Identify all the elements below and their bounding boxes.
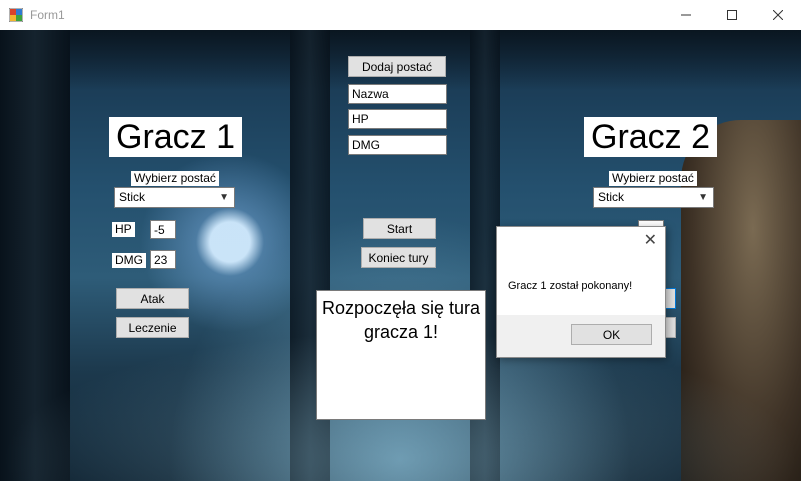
minimize-button[interactable] xyxy=(663,0,709,30)
player1-heal-button[interactable]: Leczenie xyxy=(116,317,189,338)
message-dialog: ✕ Gracz 1 został pokonany! OK xyxy=(496,226,666,358)
hp-field[interactable]: HP xyxy=(348,109,447,129)
player2-choose-label: Wybierz postać xyxy=(609,171,697,186)
close-button[interactable] xyxy=(755,0,801,30)
status-box: Rozpoczęła się tura gracza 1! xyxy=(316,290,486,420)
player2-character-select[interactable]: Stick ▼ xyxy=(593,187,714,208)
add-character-button[interactable]: Dodaj postać xyxy=(348,56,446,77)
minimize-icon xyxy=(681,14,691,16)
maximize-icon xyxy=(727,10,737,20)
player1-hp-field[interactable]: -5 xyxy=(150,220,176,239)
chevron-down-icon: ▼ xyxy=(698,192,708,203)
dialog-message: Gracz 1 został pokonany! xyxy=(508,280,633,292)
player1-choose-label: Wybierz postać xyxy=(131,171,219,186)
player1-attack-button[interactable]: Atak xyxy=(116,288,189,309)
close-icon xyxy=(773,10,783,20)
dialog-ok-button[interactable]: OK xyxy=(571,324,652,345)
player1-character-value: Stick xyxy=(119,190,146,204)
dmg-field[interactable]: DMG xyxy=(348,135,447,155)
end-turn-button[interactable]: Koniec tury xyxy=(361,247,436,268)
name-field[interactable]: Nazwa xyxy=(348,84,447,104)
window-title: Form1 xyxy=(30,8,65,22)
chevron-down-icon: ▼ xyxy=(219,192,229,203)
title-bar: Form1 xyxy=(0,0,801,30)
dialog-footer: OK xyxy=(497,315,665,357)
player1-hp-label: HP xyxy=(112,222,135,237)
start-button[interactable]: Start xyxy=(363,218,436,239)
app-icon xyxy=(9,8,23,22)
player1-dmg-label: DMG xyxy=(112,253,146,268)
player1-title: Gracz 1 xyxy=(109,117,243,157)
maximize-button[interactable] xyxy=(709,0,755,30)
player2-character-value: Stick xyxy=(598,190,625,204)
player2-title: Gracz 2 xyxy=(584,117,718,157)
player1-character-select[interactable]: Stick ▼ xyxy=(114,187,235,208)
player1-dmg-field[interactable]: 23 xyxy=(150,250,176,269)
dialog-close-icon[interactable]: ✕ xyxy=(644,230,657,250)
